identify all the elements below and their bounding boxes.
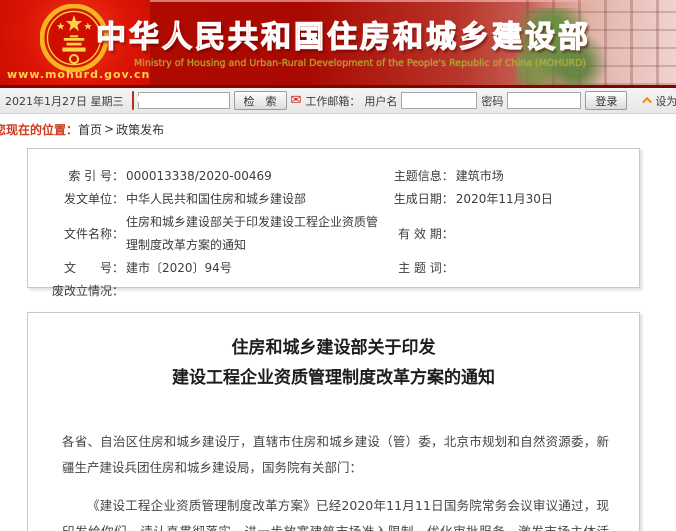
meta-row-3: 文件名称： 住房和城乡建设部关于印发建设工程企业资质管理制度改革方案的通知 有 … (38, 211, 621, 257)
date-text: 2021年1月27日 星期三 (5, 93, 124, 109)
breadcrumb-prefix: 您现在的位置： (0, 121, 78, 138)
meta-gen-date-value: 2020年11月30日 (454, 188, 553, 211)
username-input[interactable] (401, 92, 477, 109)
meta-index-label: 索 引 号： (38, 165, 124, 188)
password-label: 密码 (481, 93, 503, 109)
document-meta-box: 索 引 号： 000013338/2020-00469 主题信息： 建筑市场 发… (27, 148, 640, 288)
breadcrumb-home-link[interactable]: 首页 (78, 121, 102, 138)
search-submit-button[interactable]: 检 索 (234, 91, 287, 110)
meta-issuer-value: 中华人民共和国住房和城乡建设部 (124, 188, 306, 211)
breadcrumb: 您现在的位置： 首页 > 政策发布 (0, 116, 676, 142)
username-label: 用户名 (364, 93, 397, 109)
meta-topic-label: 主题信息： (388, 165, 454, 188)
article-title-line2: 建设工程企业资质管理制度改革方案的通知 (28, 363, 639, 393)
search-icon-button[interactable] (132, 91, 134, 110)
meta-gen-date-label: 生成日期： (388, 188, 454, 211)
article-box: 住房和城乡建设部关于印发 建设工程企业资质管理制度改革方案的通知 各省、自治区住… (27, 312, 640, 531)
meta-row-1: 索 引 号： 000013338/2020-00469 主题信息： 建筑市场 (38, 165, 621, 188)
meta-row-5: 废改立情况： (38, 280, 621, 303)
site-subtitle: Ministry of Housing and Urban-Rural Deve… (134, 58, 574, 69)
meta-topic-value: 建筑市场 (454, 165, 504, 188)
meta-docno-value: 建市〔2020〕94号 (124, 257, 232, 280)
breadcrumb-separator: > (104, 122, 114, 136)
meta-status-label: 废改立情况： (38, 280, 124, 303)
article-paragraph-2: 《建设工程企业资质管理制度改革方案》已经2020年11月11日国务院常务会议审议… (62, 493, 609, 531)
meta-docname-value: 住房和城乡建设部关于印发建设工程企业资质管理制度改革方案的通知 (124, 211, 388, 257)
meta-row-4: 文 号： 建市〔2020〕94号 主 题 词： (38, 257, 621, 280)
set-home-link[interactable]: 设为首页 (645, 93, 676, 109)
login-button[interactable]: 登录 (585, 91, 627, 110)
set-home-label: 设为首页 (655, 93, 676, 109)
meta-docno-label: 文 号： (38, 257, 124, 280)
meta-validity-label: 有 效 期： (388, 223, 454, 246)
email-label: 工作邮箱： (305, 93, 360, 109)
meta-issuer-label: 发文单位： (38, 188, 124, 211)
password-input[interactable] (507, 92, 581, 109)
toolbar: 2021年1月27日 星期三 检 索 ✉ 工作邮箱： 用户名 密码 登录 设为首… (0, 88, 676, 114)
article-body: 各省、自治区住房和城乡建设厅，直辖市住房和城乡建设（管）委，北京市规划和自然资源… (62, 429, 609, 531)
meta-docname-label: 文件名称： (38, 223, 124, 246)
article-paragraph-1: 各省、自治区住房和城乡建设厅，直辖市住房和城乡建设（管）委，北京市规划和自然资源… (62, 429, 609, 481)
chevron-up-icon (643, 97, 653, 107)
article-title-line1: 住房和城乡建设部关于印发 (28, 333, 639, 363)
envelope-icon[interactable]: ✉ (291, 94, 302, 107)
site-url: www.mohurd.gov.cn (7, 68, 150, 81)
site-title: 中华人民共和国住房和城乡建设部 (96, 12, 576, 56)
breadcrumb-current-link[interactable]: 政策发布 (116, 121, 164, 138)
meta-index-value: 000013338/2020-00469 (124, 165, 272, 188)
site-header: www.mohurd.gov.cn 中华人民共和国住房和城乡建设部 Minist… (0, 0, 676, 85)
meta-row-2: 发文单位： 中华人民共和国住房和城乡建设部 生成日期： 2020年11月30日 (38, 188, 621, 211)
meta-keywords-label: 主 题 词： (388, 257, 454, 280)
article-title: 住房和城乡建设部关于印发 建设工程企业资质管理制度改革方案的通知 (28, 333, 639, 393)
page: www.mohurd.gov.cn 中华人民共和国住房和城乡建设部 Minist… (0, 0, 676, 531)
site-search-input[interactable] (138, 92, 230, 109)
